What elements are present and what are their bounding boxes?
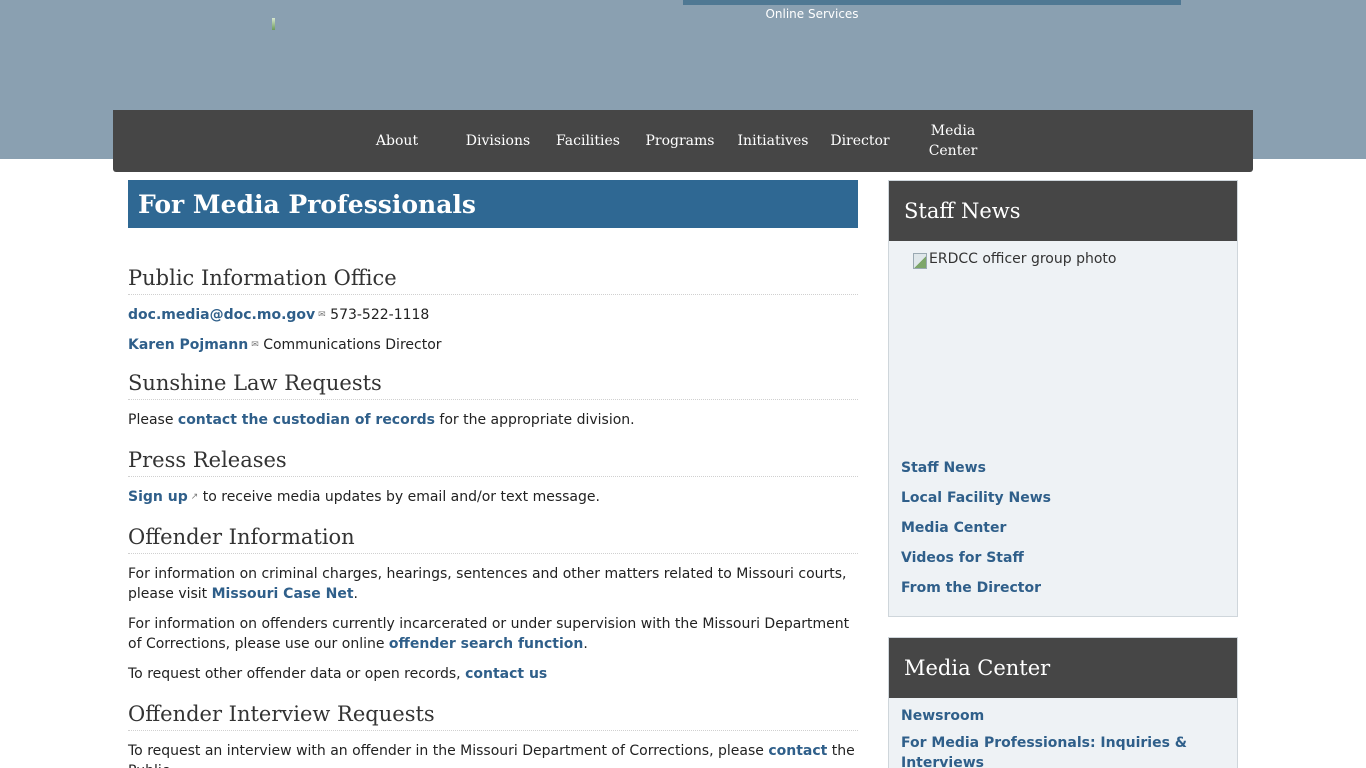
nav-media-line1: Media	[930, 123, 976, 139]
email-icon: ✉	[318, 310, 326, 320]
contact-us-link[interactable]: contact us	[465, 666, 547, 682]
external-link-icon: ↗	[190, 492, 199, 502]
press-text: Sign up ↗ to receive media updates by ema…	[128, 487, 858, 507]
media-center-links: Newsroom For Media Professionals: Inquir…	[889, 698, 1237, 768]
local-facility-news-link[interactable]: Local Facility News	[901, 483, 1225, 513]
staff-news-links: Staff News Local Facility News Media Cen…	[889, 453, 1237, 607]
offender-search-link[interactable]: offender search function	[389, 636, 583, 652]
interview-heading: Offender Interview Requests	[128, 702, 858, 731]
sidebar: Staff News ERDCC officer group photo Sta…	[888, 180, 1238, 768]
videos-for-staff-link[interactable]: Videos for Staff	[901, 543, 1225, 573]
p2-end: .	[583, 636, 588, 652]
main-nav: About Divisions Facilities Programs Init…	[113, 110, 1253, 172]
media-center-title: Media Center	[889, 638, 1237, 698]
staff-news-title: Staff News	[889, 181, 1237, 241]
offender-info-heading: Offender Information	[128, 525, 858, 554]
interview-text: To request an interview with an offender…	[128, 741, 858, 768]
from-the-director-link[interactable]: From the Director	[901, 573, 1225, 603]
interview-pre: To request an interview with an offender…	[128, 743, 769, 759]
pio-email-line: doc.media@doc.mo.gov ✉ 573-522-1118	[128, 305, 858, 325]
press-post: to receive media updates by email and/or…	[202, 489, 600, 505]
pio-heading: Public Information Office	[128, 266, 858, 295]
online-services-bar	[683, 0, 1181, 5]
broken-image-icon	[913, 253, 927, 269]
offender-info-p2: For information on offenders currently i…	[128, 614, 858, 654]
page-title: For Media Professionals	[128, 180, 858, 228]
case-net-link[interactable]: Missouri Case Net	[212, 586, 354, 602]
nav-programs[interactable]: Programs	[641, 110, 719, 172]
pio-section: Public Information Office doc.media@doc.…	[128, 266, 858, 355]
sunshine-text: Please contact the custodian of records …	[128, 410, 858, 430]
press-heading: Press Releases	[128, 448, 858, 477]
staff-photo: ERDCC officer group photo	[889, 241, 1237, 453]
staff-news-card: Staff News ERDCC officer group photo Sta…	[888, 180, 1238, 617]
email-icon: ✉	[251, 340, 259, 350]
offender-info-p3: To request other offender data or open r…	[128, 664, 858, 684]
pio-phone: 573-522-1118	[330, 307, 430, 323]
sunshine-heading: Sunshine Law Requests	[128, 371, 858, 400]
online-services-link[interactable]: Online Services	[683, 7, 941, 21]
p1-end: .	[353, 586, 358, 602]
sunshine-pre: Please	[128, 412, 178, 428]
contact-name-link[interactable]: Karen Pojmann	[128, 337, 248, 353]
media-center-link[interactable]: Media Center	[901, 513, 1225, 543]
offender-info-p1: For information on criminal charges, hea…	[128, 564, 858, 604]
nav-initiatives[interactable]: Initiatives	[734, 110, 812, 172]
media-email-link[interactable]: doc.media@doc.mo.gov	[128, 307, 315, 323]
main-content: For Media Professionals Public Informati…	[128, 180, 858, 768]
newsroom-link[interactable]: Newsroom	[901, 704, 1225, 728]
interview-section: Offender Interview Requests To request a…	[128, 702, 858, 768]
offender-info-section: Offender Information For information on …	[128, 525, 858, 684]
nav-media-line2: Center	[928, 143, 978, 159]
nav-about[interactable]: About	[360, 110, 434, 172]
sunshine-section: Sunshine Law Requests Please contact the…	[128, 371, 858, 430]
sign-up-link[interactable]: Sign up	[128, 489, 188, 505]
nav-media-center[interactable]: Media Center	[913, 110, 993, 172]
staff-news-link[interactable]: Staff News	[901, 453, 1225, 483]
custodian-link[interactable]: contact the custodian of records	[178, 412, 435, 428]
staff-photo-alt: ERDCC officer group photo	[929, 251, 1117, 267]
pio-contact-line: Karen Pojmann ✉ Communications Director	[128, 335, 858, 355]
logo-icon[interactable]	[272, 18, 275, 30]
interview-contact-link[interactable]: contact	[768, 743, 827, 759]
nav-facilities[interactable]: Facilities	[549, 110, 627, 172]
media-professionals-link[interactable]: For Media Professionals: Inquiries & Int…	[901, 728, 1225, 768]
media-center-card: Media Center Newsroom For Media Professi…	[888, 637, 1238, 768]
sunshine-post: for the appropriate division.	[434, 412, 635, 428]
p3-text: To request other offender data or open r…	[128, 666, 466, 682]
press-section: Press Releases Sign up ↗ to receive media…	[128, 448, 858, 507]
nav-divisions[interactable]: Divisions	[457, 110, 539, 172]
contact-role: Communications Director	[263, 337, 442, 353]
nav-director[interactable]: Director	[824, 110, 896, 172]
